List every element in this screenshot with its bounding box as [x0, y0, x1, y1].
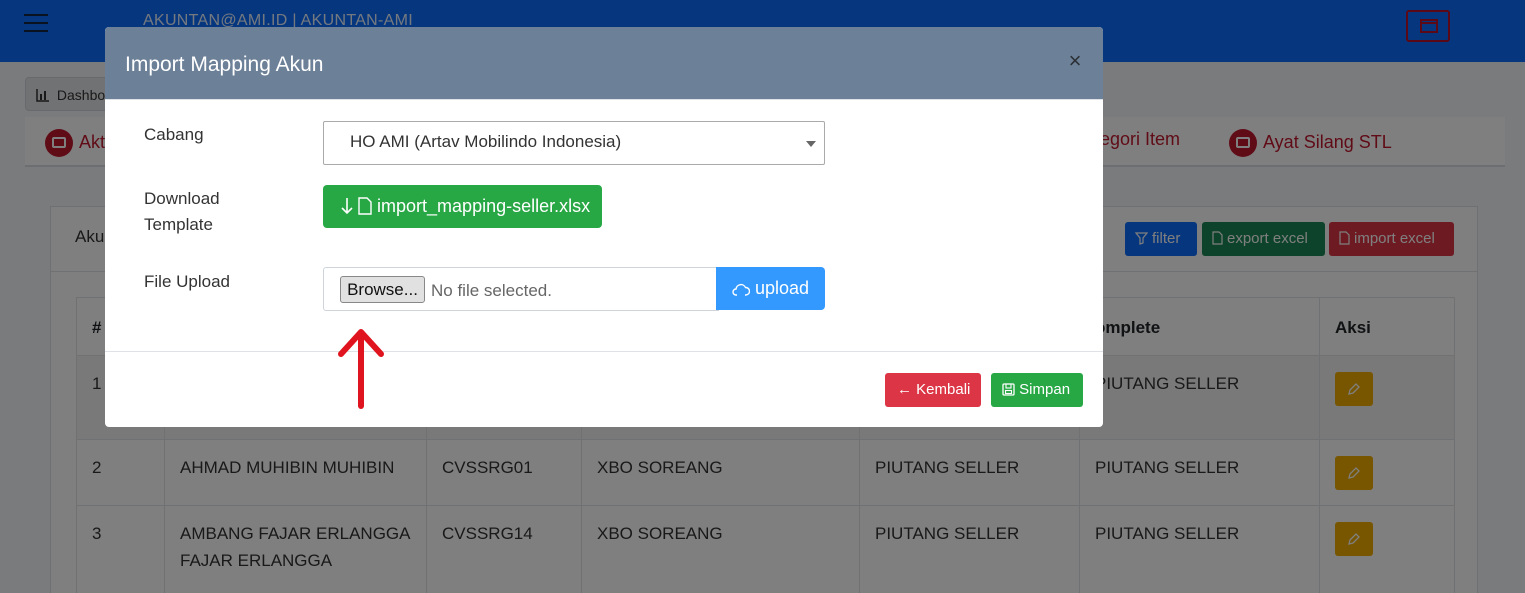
- chevron-down-icon: [806, 141, 816, 147]
- kembali-button[interactable]: ← Kembali: [885, 373, 981, 407]
- download-label-line: Download: [144, 189, 220, 208]
- file-upload-label: File Upload: [144, 272, 230, 291]
- kembali-label: Kembali: [916, 381, 971, 398]
- cabang-select[interactable]: HO AMI (Artav Mobilindo Indonesia): [323, 121, 825, 165]
- download-label-line: Template: [144, 215, 213, 234]
- arrow-down-icon: [341, 198, 353, 215]
- download-template-label: Download Template: [144, 186, 220, 238]
- download-template-button[interactable]: import_mapping-seller.xlsx: [323, 185, 602, 228]
- simpan-button[interactable]: Simpan: [991, 373, 1083, 407]
- modal-title: Import Mapping Akun: [125, 53, 324, 76]
- close-icon[interactable]: ×: [1063, 49, 1087, 73]
- no-file-text: No file selected.: [431, 281, 552, 300]
- upload-button-label: upload: [755, 278, 810, 298]
- save-icon: [1002, 383, 1015, 396]
- red-annotation-arrow-icon: [338, 329, 384, 409]
- simpan-label: Simpan: [1019, 381, 1071, 398]
- arrow-left-icon: ←: [897, 381, 912, 398]
- import-mapping-modal: Import Mapping Akun × Cabang HO AMI (Art…: [105, 27, 1103, 427]
- modal-footer-divider: [105, 351, 1103, 352]
- upload-button[interactable]: upload: [716, 267, 825, 310]
- file-icon: [358, 197, 372, 215]
- cabang-selected-value: HO AMI (Artav Mobilindo Indonesia): [350, 132, 622, 151]
- modal-header: Import Mapping Akun ×: [105, 27, 1103, 100]
- cloud-upload-icon: [732, 283, 751, 296]
- browse-button[interactable]: Browse...: [340, 276, 425, 303]
- file-input[interactable]: Browse... No file selected.: [323, 267, 719, 311]
- download-file-label: import_mapping-seller.xlsx: [377, 196, 591, 216]
- cabang-label: Cabang: [144, 125, 204, 144]
